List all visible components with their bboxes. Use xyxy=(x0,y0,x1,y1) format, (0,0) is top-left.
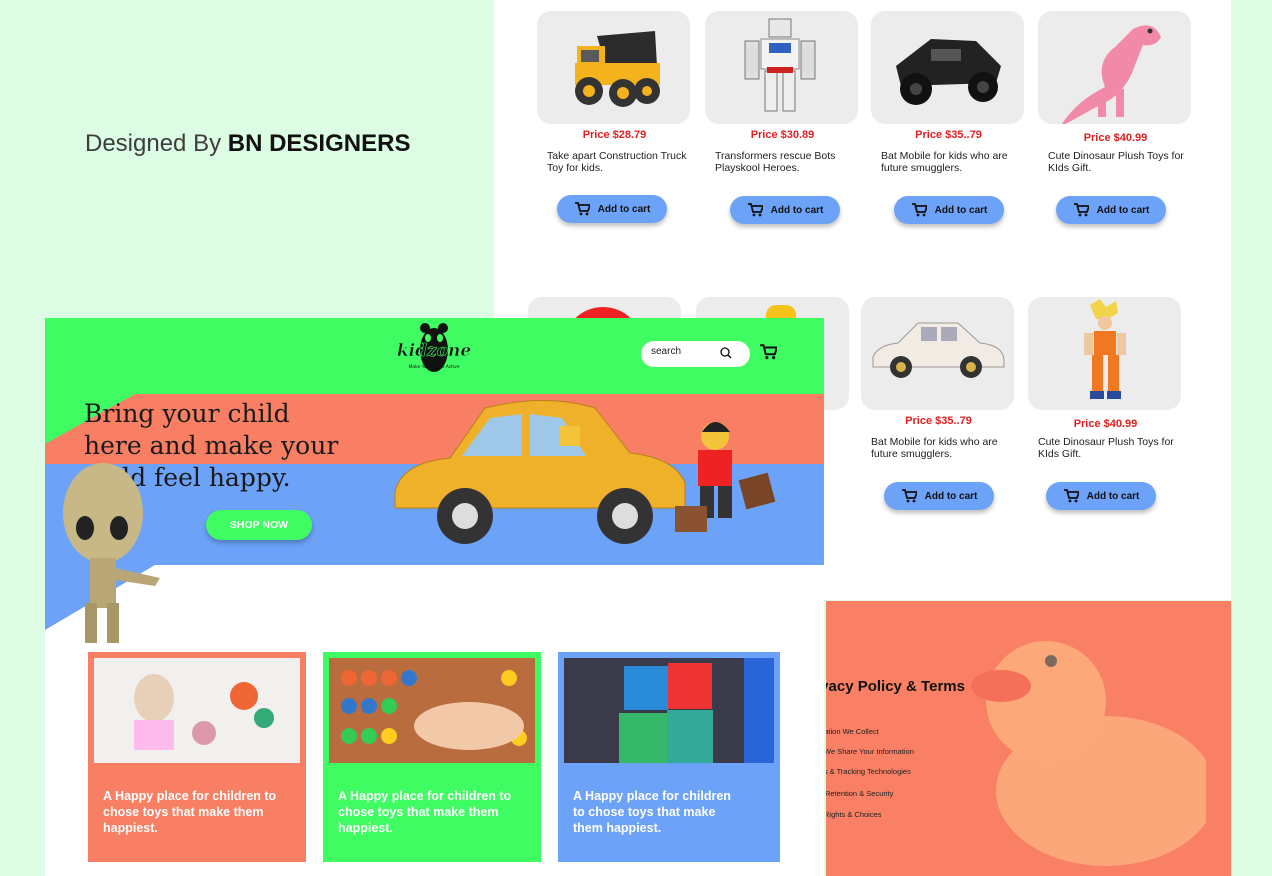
cart-label: Add to cart xyxy=(1086,490,1140,502)
add-to-cart-button[interactable]: Add to cart xyxy=(894,196,1004,224)
feature-text: A Happy place for children to chose toys… xyxy=(103,789,277,835)
product-card: Price $40.99 Cute Dinosaur Plush Toys fo… xyxy=(1038,11,1193,174)
privacy-item[interactable]: ies & Tracking Technologies xyxy=(826,767,911,776)
panda-logo-icon: kidzone Make Your Child Active xyxy=(397,323,472,372)
privacy-item[interactable]: We Share Your Information xyxy=(826,747,914,756)
product-price: Price $40.99 xyxy=(1083,132,1148,144)
product-image-truck[interactable] xyxy=(537,11,690,124)
cart-label: Add to cart xyxy=(934,204,988,216)
logo-tagline: Make Your Child Active xyxy=(408,364,459,370)
search-icon[interactable] xyxy=(720,347,732,359)
shop-now-button[interactable]: SHOP NOW xyxy=(206,510,312,540)
feature-image-toy-blocks xyxy=(564,658,774,763)
privacy-panel: ivacy Policy & Terms mation We Collect W… xyxy=(826,601,1231,876)
product-image-batmobile[interactable] xyxy=(871,11,1024,124)
cart-label: Add to cart xyxy=(597,203,651,215)
privacy-item[interactable]: mation We Collect xyxy=(826,727,879,736)
privacy-title: ivacy Policy & Terms xyxy=(826,678,965,695)
privacy-item[interactable]: Retention & Security xyxy=(826,789,893,798)
cart-icon xyxy=(1063,489,1079,503)
product-card: Price $40.99 Cute Dinosaur Plush Toys fo… xyxy=(1028,297,1183,460)
cart-icon xyxy=(747,203,763,217)
product-description: Bat Mobile for kids who are future smugg… xyxy=(881,150,1008,174)
rubber-duck-image xyxy=(971,641,1206,866)
add-to-cart-button[interactable]: Add to cart xyxy=(730,196,840,224)
product-description: Cute Dinosaur Plush Toys for KIds Gift. xyxy=(1048,150,1184,174)
product-card: Price $35..79 Bat Mobile for kids who ar… xyxy=(861,297,1016,460)
cart-label: Add to cart xyxy=(770,204,824,216)
feature-text: A Happy place for children to chose toys… xyxy=(573,789,731,835)
feature-text: A Happy place for children to chose toys… xyxy=(338,789,512,835)
cart-icon[interactable] xyxy=(759,344,777,360)
product-price: Price $30.89 xyxy=(750,129,815,141)
feature-card[interactable]: A Happy place for children to chose toys… xyxy=(558,652,780,862)
cart-label: Add to cart xyxy=(1096,204,1150,216)
add-to-cart-button[interactable]: Add to cart xyxy=(884,482,994,510)
add-to-cart-button[interactable]: Add to cart xyxy=(1056,196,1166,224)
product-image-classic-car[interactable] xyxy=(861,297,1014,410)
product-description: Cute Dinosaur Plush Toys for KIds Gift. xyxy=(1038,436,1174,460)
cart-icon xyxy=(911,203,927,217)
product-price: Price $40.99 xyxy=(1073,418,1138,430)
cart-icon xyxy=(574,202,590,216)
product-image-robot[interactable] xyxy=(705,11,858,124)
product-description: Bat Mobile for kids who are future smugg… xyxy=(871,436,998,460)
product-price: Price $35..79 xyxy=(915,129,982,141)
add-to-cart-button[interactable]: Add to cart xyxy=(557,195,667,223)
cart-label: Add to cart xyxy=(924,490,978,502)
feature-card[interactable]: A Happy place for children to chose toys… xyxy=(323,652,541,862)
add-to-cart-button[interactable]: Add to cart xyxy=(1046,482,1156,510)
feature-image-abacus xyxy=(329,658,535,763)
privacy-item[interactable]: Rights & Choices xyxy=(826,810,882,819)
product-card: Price $28.79 Take apart Construction Tru… xyxy=(537,11,692,174)
product-description: Take apart Construction Truck Toy for ki… xyxy=(547,150,687,174)
product-description: Transformers rescue Bots Playskool Heroe… xyxy=(715,150,836,174)
product-price: Price $28.79 xyxy=(582,129,647,141)
product-image-action-figure[interactable] xyxy=(1028,297,1181,410)
logo-wordmark: kidzone xyxy=(397,341,471,361)
feature-card[interactable]: A Happy place for children to chose toys… xyxy=(88,652,306,862)
search-placeholder: search xyxy=(651,346,682,357)
product-card: Price $30.89 Transformers rescue Bots Pl… xyxy=(705,11,860,174)
feature-image-kids-play xyxy=(94,658,300,763)
hero-car-image xyxy=(394,400,776,544)
credit-brand: BN DESIGNERS xyxy=(227,130,411,157)
search-input[interactable]: search xyxy=(641,341,750,367)
product-image-dinosaur[interactable] xyxy=(1038,11,1191,124)
groot-figure-image xyxy=(63,463,160,643)
product-price: Price $35..79 xyxy=(905,415,972,427)
cart-icon xyxy=(1073,203,1089,217)
homepage-frame: kidzone Make Your Child Active search Br… xyxy=(45,318,824,876)
product-card: Price $35..79 Bat Mobile for kids who ar… xyxy=(871,11,1026,174)
cart-icon xyxy=(901,489,917,503)
designer-credit: Designed By BN DESIGNERS xyxy=(85,130,410,158)
credit-prefix: Designed By xyxy=(85,130,222,157)
site-logo[interactable]: kidzone Make Your Child Active xyxy=(397,322,472,382)
